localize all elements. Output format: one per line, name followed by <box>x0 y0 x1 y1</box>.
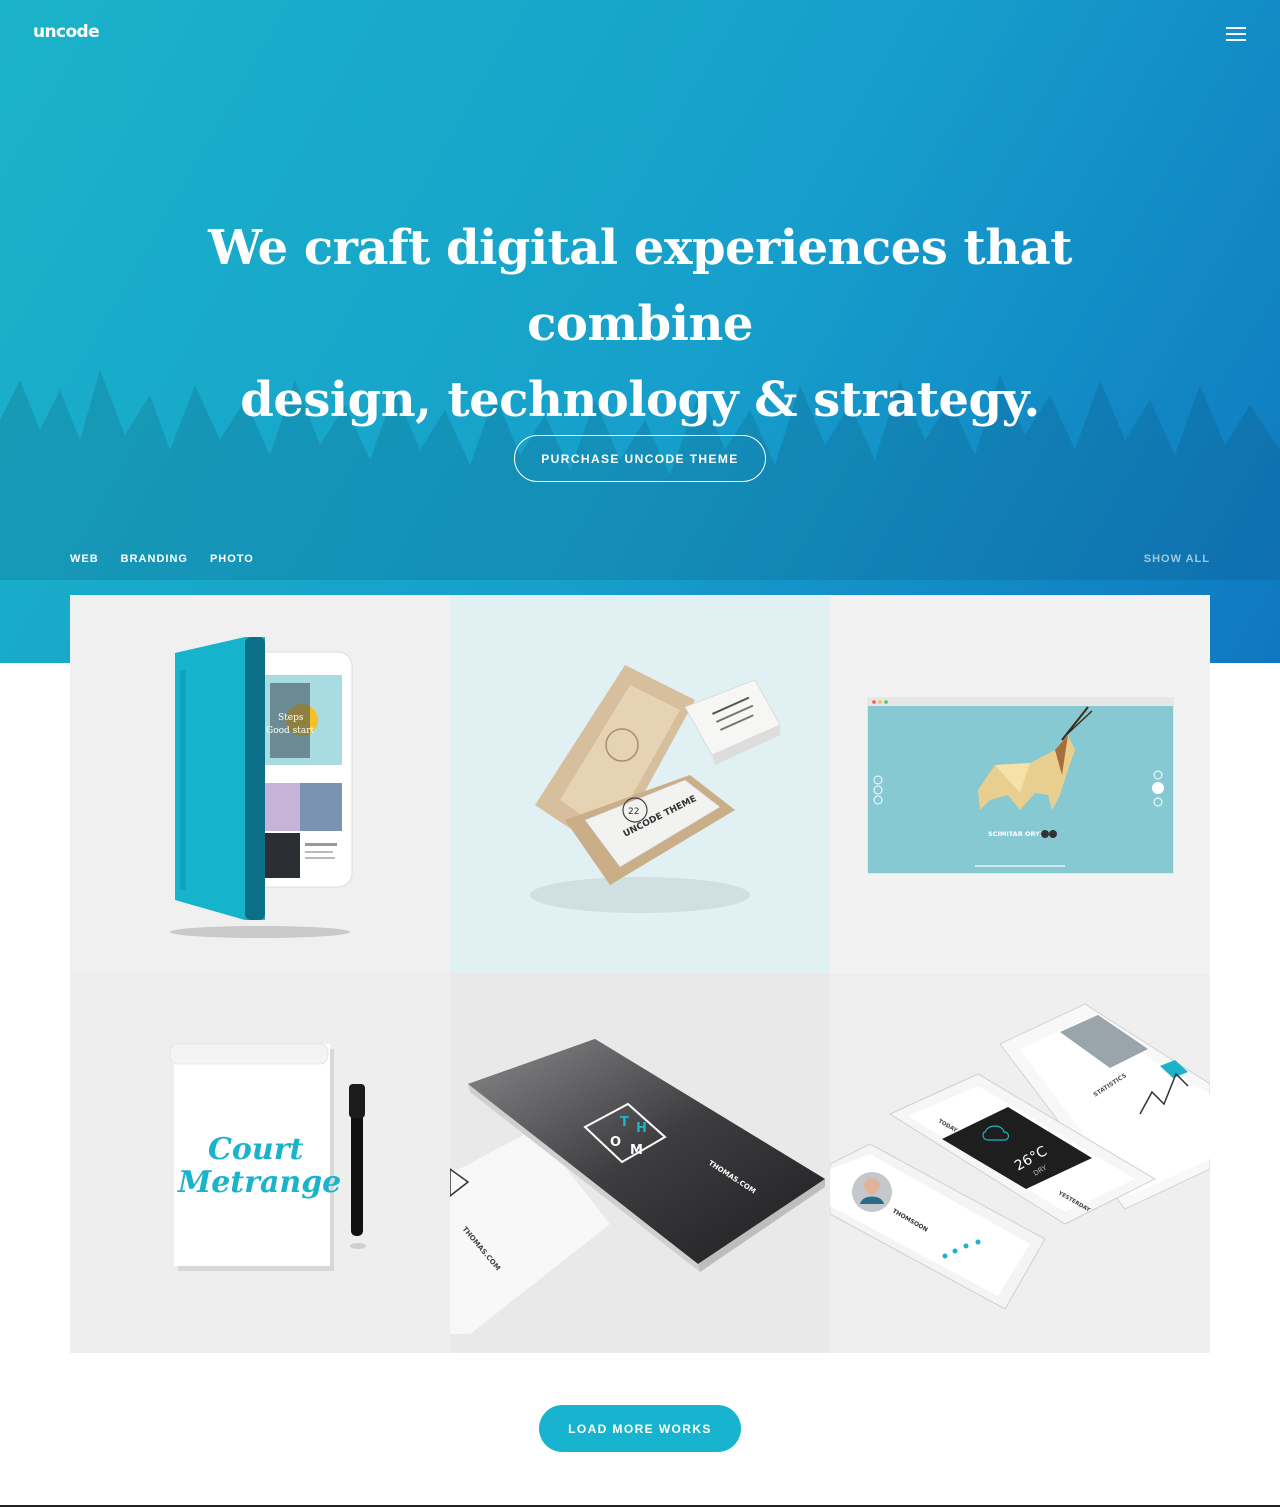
filter-web[interactable]: WEB <box>70 553 99 565</box>
thom-cards-image: THOMAS.COM T H O M THOMAS.COM <box>450 974 830 1353</box>
portfolio-item-notepad[interactable]: Court Metrange <box>70 974 450 1353</box>
filter-photo[interactable]: PHOTO <box>210 553 254 565</box>
business-cards-image: 22 UNCODE THEME <box>450 595 830 974</box>
load-more-works-button[interactable]: LOAD MORE WORKS <box>539 1405 741 1452</box>
filter-show-all[interactable]: SHOW ALL <box>1130 553 1210 565</box>
portfolio-filters: WEB BRANDING PHOTO <box>70 553 254 565</box>
lettering-line1: Court <box>208 1132 304 1167</box>
hamburger-menu-icon[interactable] <box>1224 25 1248 43</box>
tablet-text-1: Steps <box>278 713 304 723</box>
purchase-theme-button[interactable]: PURCHASE UNCODE THEME <box>514 435 766 482</box>
hero-section: uncode We craft digital experiences that… <box>0 0 1280 663</box>
portfolio-item-tablet[interactable]: Steps Good start <box>70 595 450 974</box>
portfolio-item-cards-box[interactable]: 22 UNCODE THEME <box>450 595 830 974</box>
cards-number: 22 <box>628 807 639 817</box>
hero-headline: We craft digital experiences that combin… <box>140 210 1140 438</box>
portfolio-item-phones[interactable]: STATISTICS 26°C DRY TODAY YESTERDAY THOM… <box>830 974 1210 1353</box>
portfolio-item-browser[interactable]: SCIMITAR ORYX <box>830 595 1210 974</box>
thom-letter-o: O <box>610 1135 621 1150</box>
notepad-image: Court Metrange <box>70 974 450 1353</box>
thom-letter-m: M <box>630 1143 643 1158</box>
hero-headline-line2: design, technology & strategy. <box>240 372 1040 428</box>
hero-headline-line1: We craft digital experiences that combin… <box>208 220 1072 352</box>
browser-oryx-image: SCIMITAR ORYX <box>830 595 1210 974</box>
oryx-label: SCIMITAR ORYX <box>988 830 1045 838</box>
thom-letter-t: T <box>620 1115 629 1130</box>
filter-branding[interactable]: BRANDING <box>121 553 188 565</box>
thom-letter-h: H <box>636 1121 647 1136</box>
portfolio-item-thom-cards[interactable]: THOMAS.COM T H O M THOMAS.COM <box>450 974 830 1353</box>
tablet-text-2: Good start <box>266 726 315 736</box>
tablet-mockup-image: Steps Good start <box>70 595 450 974</box>
lettering-line2: Metrange <box>177 1165 341 1200</box>
phone-screens-image: STATISTICS 26°C DRY TODAY YESTERDAY THOM… <box>830 974 1210 1353</box>
site-logo[interactable]: uncode <box>33 22 100 42</box>
portfolio-grid: Steps Good start 22 UNCODE THEME SCIMITA… <box>70 595 1210 1353</box>
